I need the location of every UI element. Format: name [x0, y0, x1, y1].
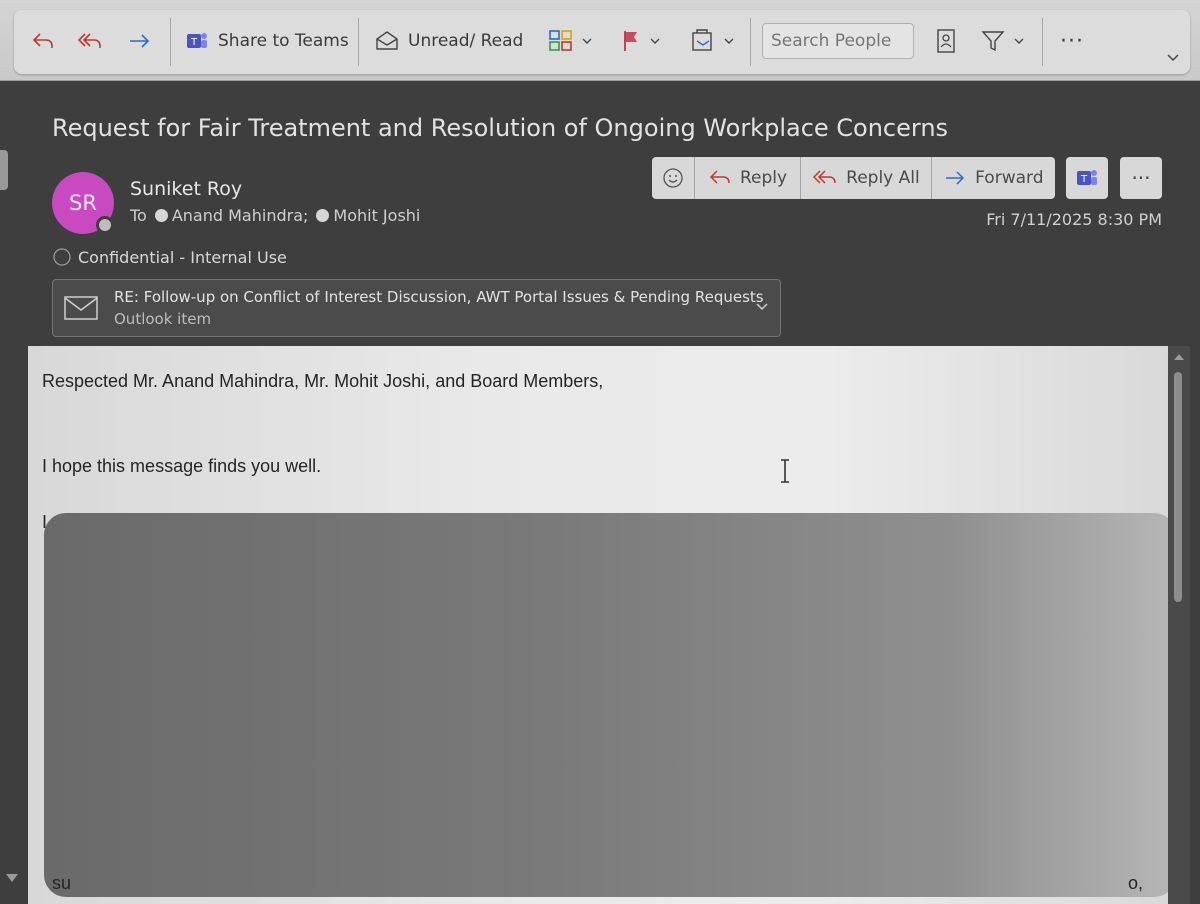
attachment-type: Outlook item	[114, 310, 212, 328]
forward-toolbar-button[interactable]	[126, 24, 154, 58]
presence-dot-icon	[154, 209, 168, 222]
chevron-down-icon	[724, 38, 734, 44]
unread-read-button[interactable]: Unread/ Read	[374, 24, 523, 58]
recipient-name: Mohit Joshi	[333, 206, 421, 225]
svg-text:T: T	[190, 37, 198, 48]
smiley-icon	[663, 168, 683, 188]
toolbar-divider	[170, 18, 171, 66]
categorize-icon	[549, 30, 572, 51]
scrollbar-thumb[interactable]	[1174, 372, 1182, 602]
recipient-name: Anand Mahindra;	[171, 206, 309, 225]
pane-resize-handle[interactable]	[0, 150, 8, 190]
svg-text:T: T	[1080, 174, 1088, 185]
presence-status-icon	[96, 216, 114, 234]
body-line-partial-bottom-end: o,	[1128, 873, 1144, 893]
envelope-open-icon	[376, 31, 398, 50]
scroll-up-icon[interactable]	[1173, 352, 1185, 362]
teams-icon: T	[1077, 170, 1097, 185]
sender-name[interactable]: Suniket Roy	[130, 178, 242, 200]
reply-button[interactable]: Reply	[695, 157, 802, 199]
emoji-reaction-button[interactable]	[652, 157, 695, 199]
toolbar-divider	[750, 18, 751, 66]
message-actions: Reply Reply All Forward	[652, 157, 1055, 199]
sensitivity-icon	[53, 248, 71, 266]
forward-label: Forward	[975, 168, 1044, 188]
message-subject: Request for Fair Treatment and Resolutio…	[52, 114, 949, 142]
chevron-down-icon	[1014, 38, 1024, 44]
chevron-down-icon	[650, 38, 660, 44]
reply-icon	[32, 33, 53, 48]
move-to-folder-icon	[692, 29, 712, 51]
body-line-partial-bottom: su	[52, 873, 72, 893]
flag-icon	[624, 31, 637, 51]
reply-all-button[interactable]: Reply All	[801, 157, 932, 199]
address-book-button[interactable]	[934, 24, 958, 58]
to-label: To	[130, 206, 147, 225]
filter-icon	[981, 31, 1005, 52]
reply-all-icon	[813, 170, 836, 184]
body-scrollbar[interactable]	[1168, 346, 1190, 904]
message-body[interactable]: Respected Mr. Anand Mahindra, Mr. Mohit …	[28, 346, 1168, 904]
reply-all-toolbar-button[interactable]	[76, 24, 104, 58]
share-to-teams-label: Share to Teams	[218, 31, 349, 51]
chevron-down-icon	[1167, 54, 1179, 62]
recipient-chip[interactable]: Mohit Joshi	[316, 206, 420, 225]
attached-outlook-item[interactable]: RE: Follow-up on Conflict of Interest Di…	[52, 279, 781, 337]
teams-chat-button[interactable]: T	[1066, 157, 1108, 199]
more-commands-button[interactable]: ···	[1060, 24, 1084, 58]
teams-icon: T	[187, 33, 207, 48]
envelope-icon	[64, 296, 98, 320]
share-to-teams-button[interactable]: T Share to Teams	[184, 24, 349, 58]
sensitivity-label[interactable]: Confidential - Internal Use	[52, 247, 287, 267]
more-actions-label: ···	[1131, 166, 1151, 190]
reply-all-icon	[77, 33, 101, 48]
expand-ribbon-button[interactable]	[1166, 48, 1180, 68]
filter-button[interactable]	[980, 24, 1024, 58]
categorize-button[interactable]	[548, 24, 592, 58]
reply-label: Reply	[739, 168, 788, 188]
flag-button[interactable]	[620, 24, 660, 58]
forward-icon	[130, 34, 150, 48]
sensitivity-text: Confidential - Internal Use	[78, 247, 287, 267]
scroll-down-icon[interactable]	[5, 872, 19, 884]
text-cursor-icon	[781, 459, 789, 483]
forward-icon	[946, 171, 965, 185]
sender-initials: SR	[69, 191, 97, 215]
attachment-title: RE: Follow-up on Conflict of Interest Di…	[114, 288, 764, 306]
more-commands-label: ···	[1060, 28, 1084, 54]
forward-button[interactable]: Forward	[932, 157, 1055, 199]
reply-all-label: Reply All	[846, 168, 920, 188]
unread-read-label: Unread/ Read	[408, 31, 524, 51]
body-line: I hope this message finds you well.	[42, 456, 322, 476]
toolbar-divider	[358, 18, 359, 66]
move-button[interactable]	[690, 24, 734, 58]
body-greeting: Respected Mr. Anand Mahindra, Mr. Mohit …	[42, 371, 604, 391]
chevron-down-icon	[582, 38, 592, 44]
sent-date: Fri 7/11/2025 8:30 PM	[986, 210, 1162, 229]
presence-dot-icon	[316, 209, 330, 222]
recipient-chip[interactable]: Anand Mahindra;	[154, 206, 309, 225]
more-actions-button[interactable]: ···	[1120, 157, 1162, 199]
reply-icon	[709, 170, 730, 184]
reply-toolbar-button[interactable]	[30, 24, 56, 58]
ribbon-toolbar: T Share to Teams Unread/ Read Search Peo…	[0, 0, 1200, 81]
recipients-line: To Anand Mahindra; Mohit Joshi	[130, 206, 420, 225]
redacted-content	[44, 513, 1168, 897]
chevron-down-icon[interactable]	[755, 302, 769, 312]
search-people-input[interactable]	[762, 23, 914, 59]
ribbon-inner: T Share to Teams Unread/ Read Search Peo…	[14, 10, 1190, 74]
address-book-icon	[937, 29, 955, 53]
toolbar-divider	[1042, 18, 1043, 66]
